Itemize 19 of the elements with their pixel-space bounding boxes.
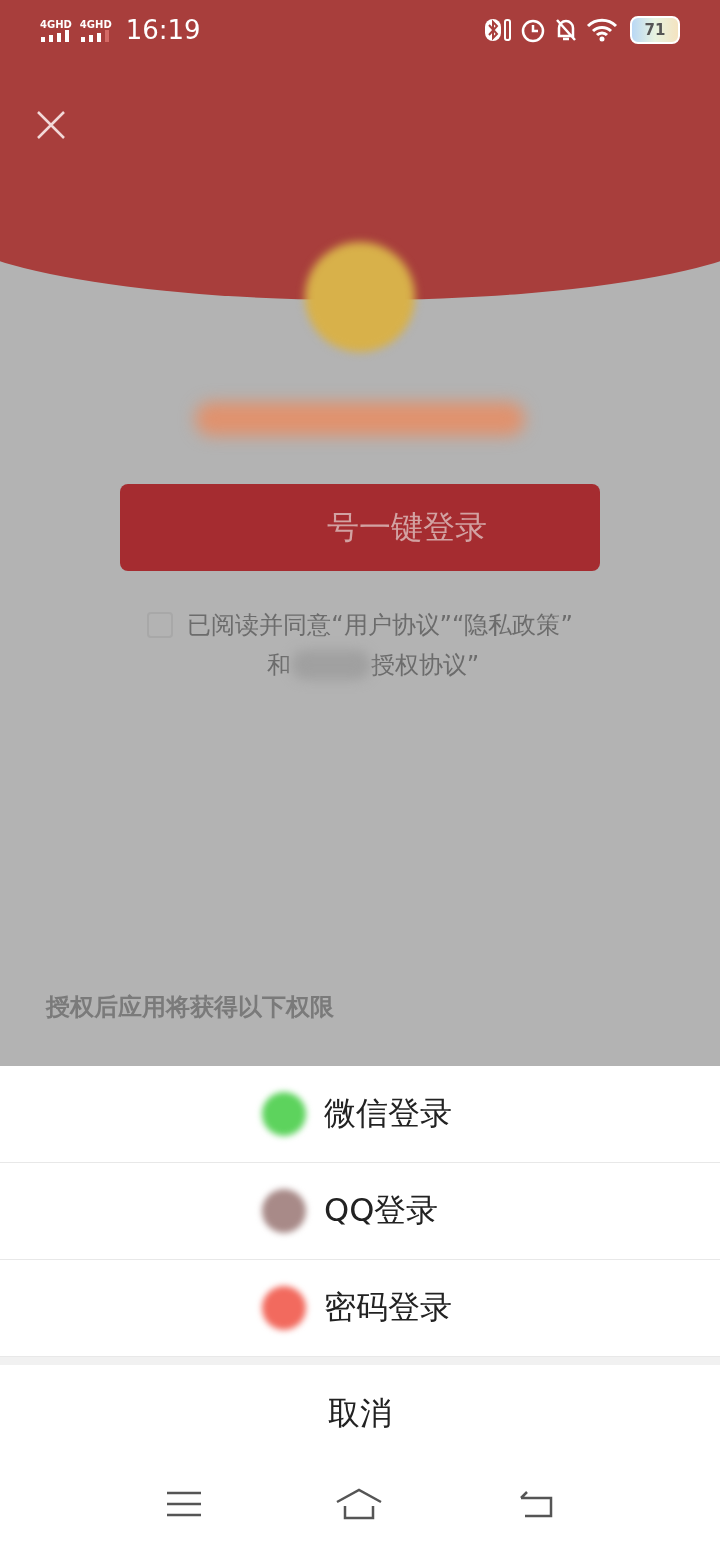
home-icon[interactable] xyxy=(335,1488,383,1520)
bluetooth-icon xyxy=(484,18,512,42)
login-option[interactable]: 微信登录 xyxy=(0,1066,720,1163)
close-icon[interactable] xyxy=(36,110,66,140)
network-label: 4GHD xyxy=(40,18,72,30)
muted-bell-icon xyxy=(554,17,578,43)
battery-icon: 71 xyxy=(630,16,680,44)
logo-icon xyxy=(305,242,415,352)
alarm-icon xyxy=(520,17,546,43)
signal-icon xyxy=(40,29,71,42)
agreement-text: 和 xyxy=(266,650,291,681)
clock-time: 16:19 xyxy=(125,15,201,45)
signal-icon xyxy=(80,29,111,42)
permissions-title: 授权后应用将获得以下权限 xyxy=(46,992,334,1023)
agreement-text: 已阅读并同意“用户协议”“隐私政策” xyxy=(187,610,573,641)
menu-icon[interactable] xyxy=(167,1491,201,1517)
network-label: 4GHD xyxy=(79,18,112,30)
login-option[interactable]: QQ登录 xyxy=(0,1163,720,1260)
wifi-icon xyxy=(586,18,618,42)
